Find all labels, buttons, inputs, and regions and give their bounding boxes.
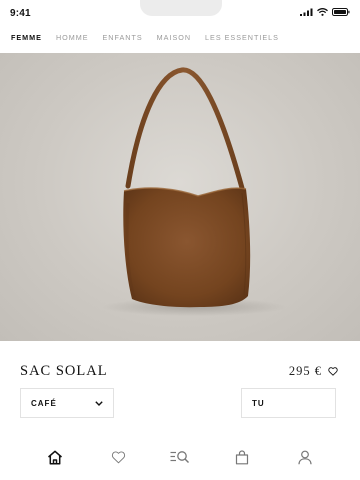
- suede-bag-illustration: [102, 67, 286, 316]
- nav-item-maison[interactable]: MAISON: [157, 33, 191, 42]
- category-nav: FEMME HOMME ENFANTS MAISON LES ESSENTIEL…: [0, 30, 360, 44]
- status-icons: [300, 8, 350, 16]
- product-image[interactable]: [0, 53, 360, 341]
- chevron-down-icon: [95, 400, 103, 406]
- device-notch: [140, 0, 222, 16]
- tab-account[interactable]: [293, 445, 317, 469]
- battery-icon: [332, 8, 350, 16]
- product-price: 295 €: [288, 364, 322, 378]
- status-bar: 9:41: [0, 0, 360, 26]
- size-select[interactable]: TU: [241, 388, 336, 418]
- user-icon: [298, 450, 312, 464]
- tab-wishlist[interactable]: [106, 445, 130, 469]
- color-select-value: CAFÉ: [31, 398, 57, 408]
- size-select-value: TU: [252, 398, 265, 408]
- heart-icon: [111, 450, 125, 463]
- nav-item-enfants[interactable]: ENFANTS: [103, 33, 143, 42]
- search-icon: [170, 451, 189, 463]
- bag-icon: [235, 449, 249, 464]
- heart-icon: [328, 367, 338, 376]
- wishlist-heart-button[interactable]: [328, 367, 338, 376]
- nav-item-les-essentiels[interactable]: LES ESSENTIELS: [205, 33, 279, 42]
- color-select[interactable]: CAFÉ: [20, 388, 114, 418]
- tab-search[interactable]: [168, 445, 192, 469]
- wifi-icon: [317, 8, 328, 16]
- tab-bag[interactable]: [230, 445, 254, 469]
- tab-home[interactable]: [43, 445, 67, 469]
- status-time: 9:41: [10, 8, 31, 19]
- bottom-tab-bar: [0, 445, 360, 469]
- home-icon: [48, 450, 62, 465]
- nav-item-homme[interactable]: HOMME: [56, 33, 89, 42]
- product-title: SAC SOLAL: [20, 363, 108, 379]
- price-row: 295 €: [289, 364, 338, 379]
- signal-icon: [300, 8, 313, 16]
- nav-item-femme[interactable]: FEMME: [11, 33, 42, 42]
